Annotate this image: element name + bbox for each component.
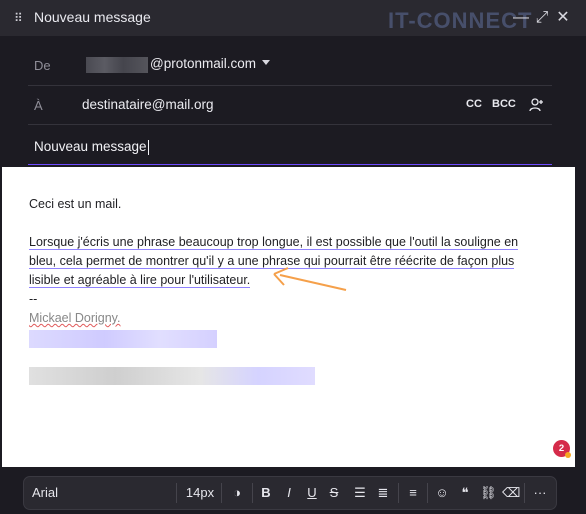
bold-button[interactable]: B [258, 484, 274, 502]
badge-dot [565, 452, 571, 458]
numbered-list-button[interactable]: ≣ [375, 484, 391, 502]
toolbar-divider [221, 483, 222, 503]
toolbar-divider [398, 483, 399, 503]
toolbar-divider [176, 483, 177, 503]
toolbar-divider [427, 483, 428, 503]
strikethrough-button[interactable]: S [326, 484, 342, 502]
more-button[interactable]: ··· [530, 484, 550, 502]
bullet-list-button[interactable]: ☰ [352, 484, 368, 502]
text-color-icon[interactable]: ◑ [228, 484, 246, 502]
emoji-button[interactable]: ☺ [434, 484, 450, 502]
toolbar-divider [252, 483, 253, 503]
composer-window: ⠿ Nouveau message IT-CONNECT — ⤢ ✕ De @p… [0, 0, 586, 514]
underline-button[interactable]: U [304, 484, 320, 502]
italic-button[interactable]: I [281, 484, 297, 502]
link-button[interactable]: ⛓ [480, 484, 497, 502]
align-button[interactable]: ≡ [405, 484, 421, 502]
font-size-select[interactable]: 14px [184, 484, 216, 502]
annotation-arrow [273, 267, 347, 291]
format-toolbar: Arial 14px ◑ B I U S ☰ ≣ ≡ ☺ ❝ ⛓ ⌫ ··· [23, 476, 557, 510]
clear-format-button[interactable]: ⌫ [502, 484, 520, 502]
toolbar-divider [524, 483, 525, 503]
font-family-select[interactable]: Arial [32, 484, 162, 502]
quote-button[interactable]: ❝ [457, 484, 473, 502]
